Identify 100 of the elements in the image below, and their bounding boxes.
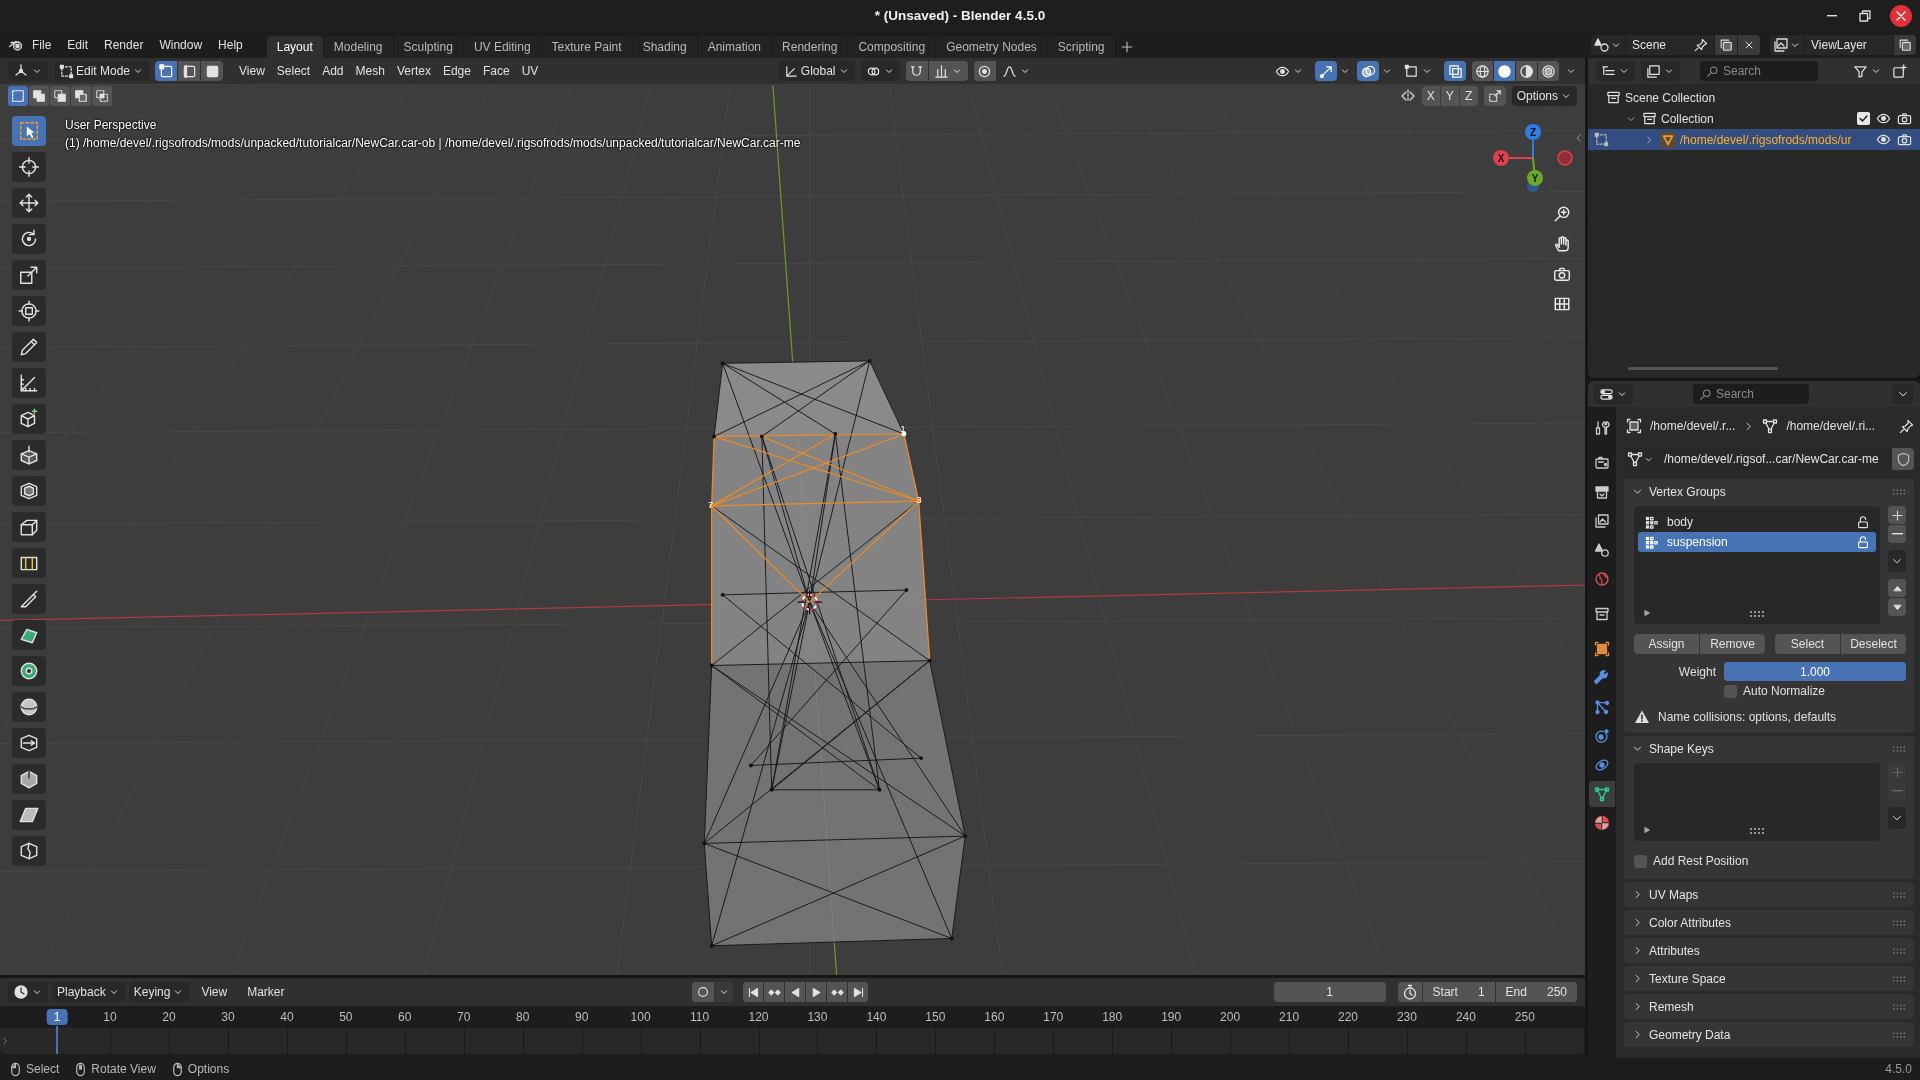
frame-number: 180 bbox=[1102, 1010, 1123, 1024]
frame-number: 190 bbox=[1161, 1010, 1182, 1024]
options-dropdown[interactable]: Options bbox=[1511, 86, 1577, 106]
workspace-tab[interactable]: Shading bbox=[632, 36, 697, 58]
panel-header[interactable]: Remesh bbox=[1624, 994, 1914, 1019]
workspace-tab[interactable]: Scripting bbox=[1047, 36, 1115, 58]
action-button[interactable]: Deselect bbox=[1841, 634, 1906, 654]
menu-item[interactable]: Add bbox=[316, 61, 350, 81]
workspace-tab[interactable]: Geometry Nodes bbox=[936, 36, 1047, 58]
menu-item[interactable]: Window bbox=[151, 34, 211, 56]
workspace-tab[interactable]: UV Editing bbox=[463, 36, 541, 58]
menu-item[interactable]: File bbox=[24, 34, 60, 56]
breadcrumb-item[interactable]: /home/devel/.ri... bbox=[1786, 419, 1876, 433]
vertex-index-label: 7 bbox=[708, 499, 714, 511]
breadcrumb-item[interactable]: /home/devel/.r... bbox=[1650, 419, 1736, 433]
warning-text: Name collisions: options, defaults bbox=[1658, 710, 1837, 724]
orientation-dropdown[interactable]: Global bbox=[778, 61, 855, 81]
action-button[interactable]: Assign bbox=[1634, 634, 1699, 654]
vertex-group-item[interactable]: body bbox=[1638, 512, 1876, 532]
menu-item[interactable]: Select bbox=[270, 61, 317, 81]
weight-label: Weight bbox=[1677, 664, 1716, 679]
menu-dropdown[interactable]: Keying bbox=[128, 982, 190, 1002]
frame-number: 100 bbox=[630, 1010, 651, 1024]
checkbox-label: Auto Normalize bbox=[1743, 684, 1826, 698]
checkbox-label: Add Rest Position bbox=[1653, 854, 1749, 868]
outliner-row[interactable]: Scene Collection bbox=[1588, 87, 1920, 108]
x-axis-handle[interactable]: X bbox=[1493, 150, 1534, 166]
hint-label: Rotate View bbox=[91, 1062, 156, 1076]
current-frame-marker[interactable]: 1 bbox=[46, 1009, 68, 1025]
window-title: * (Unsaved) - Blender 4.5.0 bbox=[874, 8, 1046, 23]
end-frame-field[interactable]: End 250 bbox=[1495, 982, 1577, 1002]
frame-number: 200 bbox=[1220, 1010, 1241, 1024]
vertex-group-item[interactable]: suspension bbox=[1638, 532, 1876, 552]
frame-number: 40 bbox=[280, 1010, 294, 1024]
vertex-index-label: 1 bbox=[900, 422, 906, 434]
frame-number: 170 bbox=[1043, 1010, 1064, 1024]
menu-item[interactable]: Render bbox=[96, 34, 152, 56]
frame-number: 160 bbox=[984, 1010, 1005, 1024]
mode-dropdown[interactable]: Edit Mode bbox=[54, 61, 150, 81]
workspace-tab[interactable]: Sculpting bbox=[393, 36, 463, 58]
frame-number: 150 bbox=[925, 1010, 946, 1024]
menu-item[interactable]: Vertex bbox=[390, 61, 437, 81]
frame-number: 230 bbox=[1396, 1010, 1417, 1024]
start-frame-field[interactable]: Start 1 bbox=[1422, 982, 1495, 1002]
menu-item[interactable]: Edit bbox=[59, 34, 97, 56]
panel-header[interactable]: Color Attributes bbox=[1624, 910, 1914, 935]
frame-number: 250 bbox=[1514, 1010, 1535, 1024]
panel-header[interactable]: UV Maps bbox=[1624, 882, 1914, 907]
frame-number: 50 bbox=[339, 1010, 353, 1024]
panel-header[interactable]: Shape Keys bbox=[1624, 736, 1914, 761]
menu-item[interactable]: View bbox=[193, 982, 236, 1002]
frame-number: 120 bbox=[748, 1010, 769, 1024]
workspace-tab[interactable]: Layout bbox=[266, 36, 323, 58]
frame-number: 240 bbox=[1455, 1010, 1476, 1024]
workspace-tab[interactable]: Texture Paint bbox=[541, 36, 632, 58]
workspace-tab[interactable]: Animation bbox=[697, 36, 772, 58]
frame-number: 210 bbox=[1279, 1010, 1300, 1024]
mirror-axis-toggle[interactable]: X bbox=[1421, 86, 1440, 106]
menu-item[interactable]: Edge bbox=[436, 61, 477, 81]
search-field[interactable]: Search bbox=[1700, 61, 1818, 81]
menu-dropdown[interactable]: Playback bbox=[52, 982, 125, 1002]
mirror-axis-toggle[interactable]: Z bbox=[1459, 86, 1478, 106]
menu-item[interactable]: UV bbox=[515, 61, 545, 81]
workspace-tab[interactable]: Compositing bbox=[848, 36, 936, 58]
menu-item[interactable]: Help bbox=[210, 34, 251, 56]
hint-label: Select bbox=[26, 1062, 60, 1076]
hint-label: Options bbox=[187, 1062, 230, 1076]
scene-name-field[interactable]: Scene bbox=[1626, 35, 1714, 55]
frame-number: 80 bbox=[516, 1010, 530, 1024]
action-button[interactable]: Remove bbox=[1700, 634, 1765, 654]
frame-number: 70 bbox=[457, 1010, 471, 1024]
menu-item[interactable]: View bbox=[233, 61, 271, 81]
current-frame-field[interactable]: 1 bbox=[1273, 982, 1386, 1002]
panel-header[interactable]: Attributes bbox=[1624, 938, 1914, 963]
frame-number: 220 bbox=[1338, 1010, 1358, 1024]
panel-header[interactable]: Texture Space bbox=[1624, 966, 1914, 991]
outliner-row[interactable]: Collection bbox=[1588, 108, 1920, 129]
search-field[interactable]: Search bbox=[1693, 384, 1809, 404]
frame-number: 10 bbox=[103, 1010, 117, 1024]
outliner-row[interactable]: /home/devel/.rigsofrods/mods/ur bbox=[1588, 129, 1920, 150]
menu-item[interactable]: Mesh bbox=[349, 61, 391, 81]
panel-header[interactable]: Vertex Groups bbox=[1624, 479, 1914, 504]
mirror-axis-toggle[interactable]: Y bbox=[1440, 86, 1459, 106]
view-layer-name-field[interactable]: ViewLayer bbox=[1805, 35, 1893, 55]
menu-item[interactable]: Face bbox=[476, 61, 516, 81]
action-button[interactable]: Select bbox=[1775, 634, 1840, 654]
frame-number: 110 bbox=[690, 1010, 710, 1024]
panel-header[interactable]: Geometry Data bbox=[1624, 1022, 1914, 1047]
frame-number: 60 bbox=[398, 1010, 412, 1024]
object-info-label: (1) /home/devel/.rigsofrods/mods/unpacked/tutorialcar/NewCar.car-ob | /home/devel/.rigsofrods/mods/unpacked/tutorialcar/NewCar.car-me bbox=[65, 135, 801, 152]
frame-number: 20 bbox=[162, 1010, 176, 1024]
z-axis-handle[interactable]: Z bbox=[1525, 124, 1541, 159]
vertex-index-label: 3 bbox=[916, 494, 922, 506]
view-name-label: User Perspective bbox=[65, 117, 158, 134]
workspace-tab[interactable]: Rendering bbox=[772, 36, 848, 58]
frame-number: 30 bbox=[221, 1010, 235, 1024]
menu-item[interactable]: Marker bbox=[239, 982, 293, 1002]
frame-number: 90 bbox=[574, 1010, 589, 1024]
weight-slider[interactable]: 1.000 bbox=[1724, 662, 1906, 681]
workspace-tab[interactable]: Modeling bbox=[323, 36, 393, 58]
